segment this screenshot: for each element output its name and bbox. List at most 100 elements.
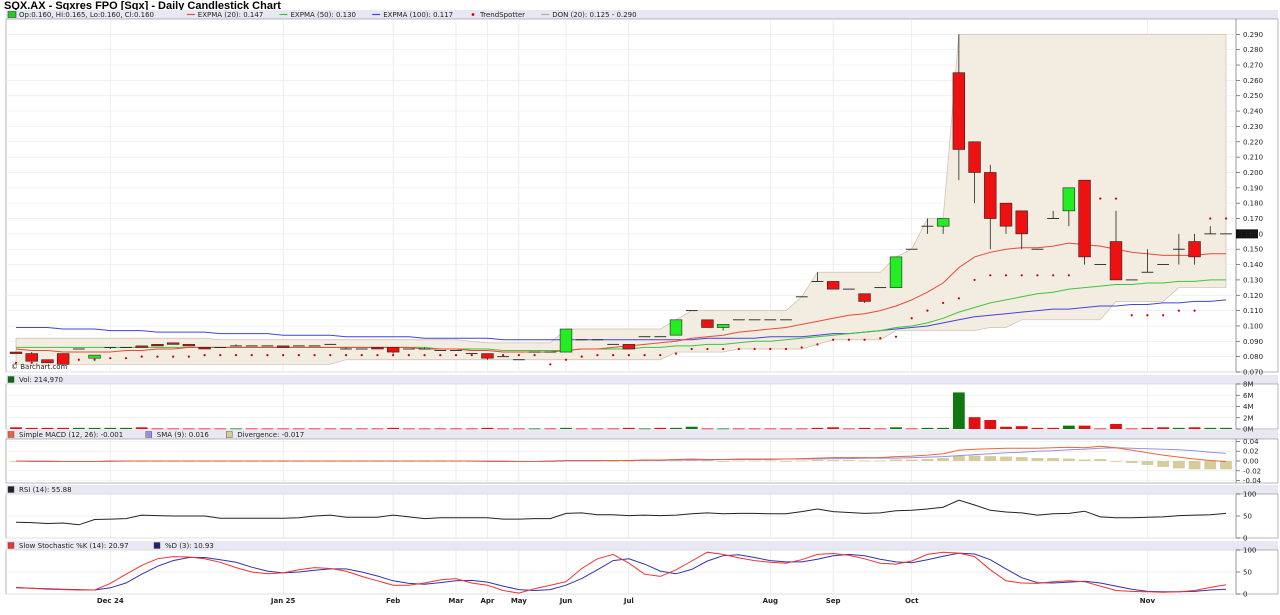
trendspotter-dot bbox=[1099, 197, 1102, 200]
trendspotter-dot bbox=[1162, 314, 1165, 317]
square-swatch bbox=[7, 431, 15, 438]
divergence-bar bbox=[811, 460, 824, 461]
volume-bar bbox=[890, 427, 902, 429]
legend-label: EXPMA (50): 0.130 bbox=[291, 11, 357, 19]
panel-header-band bbox=[6, 375, 1278, 384]
trendspotter-dot bbox=[1177, 309, 1180, 312]
volume-bar bbox=[1110, 423, 1122, 429]
square-swatch bbox=[153, 542, 161, 549]
candle-down bbox=[952, 72, 966, 150]
trendspotter-dot bbox=[910, 317, 913, 320]
volume-bar bbox=[481, 427, 494, 429]
x-tick-label: Sep bbox=[826, 597, 841, 605]
volume-bar bbox=[952, 392, 965, 429]
candle-down bbox=[858, 293, 871, 302]
volume-bar bbox=[308, 428, 321, 430]
square-swatch bbox=[7, 486, 15, 493]
legend-label: %D (3): 10.93 bbox=[165, 542, 214, 550]
volume-bar bbox=[607, 428, 620, 430]
volume-bar bbox=[1047, 427, 1060, 429]
volume-bar bbox=[1172, 427, 1185, 429]
x-tick-label: Aug bbox=[763, 597, 778, 605]
trendspotter-dot bbox=[156, 355, 159, 358]
volume-bar bbox=[638, 428, 651, 430]
axis-frame bbox=[1235, 18, 1279, 373]
y-tick-label: 0.200 bbox=[1243, 169, 1263, 177]
volume-bar bbox=[1204, 427, 1217, 429]
divergence-bar bbox=[1220, 461, 1232, 470]
x-tick-label: Jul bbox=[623, 597, 634, 605]
x-tick-label: Dec 24 bbox=[97, 597, 124, 605]
legend-label: TrendSpotter bbox=[479, 11, 525, 19]
trendspotter-dot bbox=[1004, 274, 1008, 277]
candle-up bbox=[889, 256, 903, 288]
volume-bar bbox=[135, 427, 148, 429]
y-tick-label: 0.210 bbox=[1243, 154, 1263, 162]
y-tick-label: 0.00 bbox=[1243, 458, 1259, 466]
y-tick-label: 0.220 bbox=[1243, 138, 1263, 146]
volume-bar bbox=[292, 428, 305, 430]
volume-bar bbox=[497, 428, 510, 430]
trendspotter-dot bbox=[847, 338, 850, 341]
volume-bar bbox=[717, 428, 730, 430]
divergence-bar bbox=[1125, 461, 1138, 463]
volume-bar bbox=[10, 427, 22, 429]
divergence-bar bbox=[1062, 458, 1075, 461]
trendspotter-dot bbox=[957, 297, 960, 300]
divergence-bar bbox=[1172, 461, 1185, 469]
y-tick-label: 0.230 bbox=[1243, 123, 1263, 131]
y-tick-label: 0.110 bbox=[1243, 307, 1263, 315]
volume-bar bbox=[371, 428, 384, 430]
candle-down bbox=[151, 344, 164, 347]
candle-down bbox=[701, 319, 714, 328]
divergence-bar bbox=[842, 460, 855, 461]
panel-header-band bbox=[6, 485, 1278, 494]
trendspotter-dot bbox=[454, 354, 458, 357]
trendspotter-dot bbox=[564, 358, 568, 361]
trendspotter-dot bbox=[832, 338, 835, 341]
volume-bar bbox=[1125, 428, 1138, 430]
trendspotter-dot bbox=[93, 358, 96, 361]
legend-label: Simple MACD (12, 26): -0.001 bbox=[19, 431, 123, 439]
divergence-bar bbox=[827, 460, 840, 461]
legend-label: SMA (9): 0.016 bbox=[157, 431, 210, 439]
divergence-bar bbox=[1094, 459, 1107, 461]
y-tick-label: 0.290 bbox=[1243, 31, 1263, 39]
y-tick-label: 0.280 bbox=[1243, 46, 1263, 54]
divergence-bar bbox=[780, 461, 792, 462]
divergence-bar bbox=[1000, 456, 1012, 461]
trendspotter-dot bbox=[1193, 309, 1196, 312]
candle-up bbox=[716, 324, 730, 328]
volume-bar bbox=[528, 428, 541, 430]
trendspotter-dot bbox=[659, 354, 662, 357]
candle-down bbox=[135, 345, 148, 348]
y-tick-label: 0 bbox=[1243, 535, 1247, 543]
candle-up bbox=[559, 328, 573, 353]
trendspotter-dot bbox=[439, 354, 442, 357]
trendspotter-dot bbox=[1130, 314, 1133, 317]
divergence-bar bbox=[717, 461, 730, 462]
trendspotter-dot bbox=[470, 354, 473, 357]
volume-bar bbox=[1031, 427, 1044, 429]
square-swatch bbox=[225, 431, 233, 438]
volume-bar bbox=[41, 427, 54, 429]
y-tick-label: 100 bbox=[1243, 491, 1256, 499]
trendspotter-dot bbox=[722, 347, 725, 351]
trendspotter-dot bbox=[627, 354, 630, 357]
volume-bar bbox=[748, 428, 761, 430]
volume-bar bbox=[1220, 427, 1232, 429]
volume-bar bbox=[151, 428, 164, 430]
trendspotter-dot bbox=[297, 354, 300, 357]
divergence-bar bbox=[984, 456, 997, 461]
volume-bar bbox=[591, 428, 604, 430]
y-tick-label: 0.240 bbox=[1243, 108, 1263, 116]
divergence-bar bbox=[1141, 461, 1154, 465]
trendspotter-dot bbox=[344, 354, 348, 357]
trendspotter-dot bbox=[1036, 274, 1039, 277]
divergence-bar bbox=[1078, 459, 1091, 461]
y-tick-label: 2M bbox=[1243, 414, 1254, 422]
volume-bar bbox=[921, 427, 934, 429]
volume-bar bbox=[324, 428, 337, 430]
volume-bar bbox=[57, 427, 70, 429]
volume-bar bbox=[685, 426, 698, 429]
